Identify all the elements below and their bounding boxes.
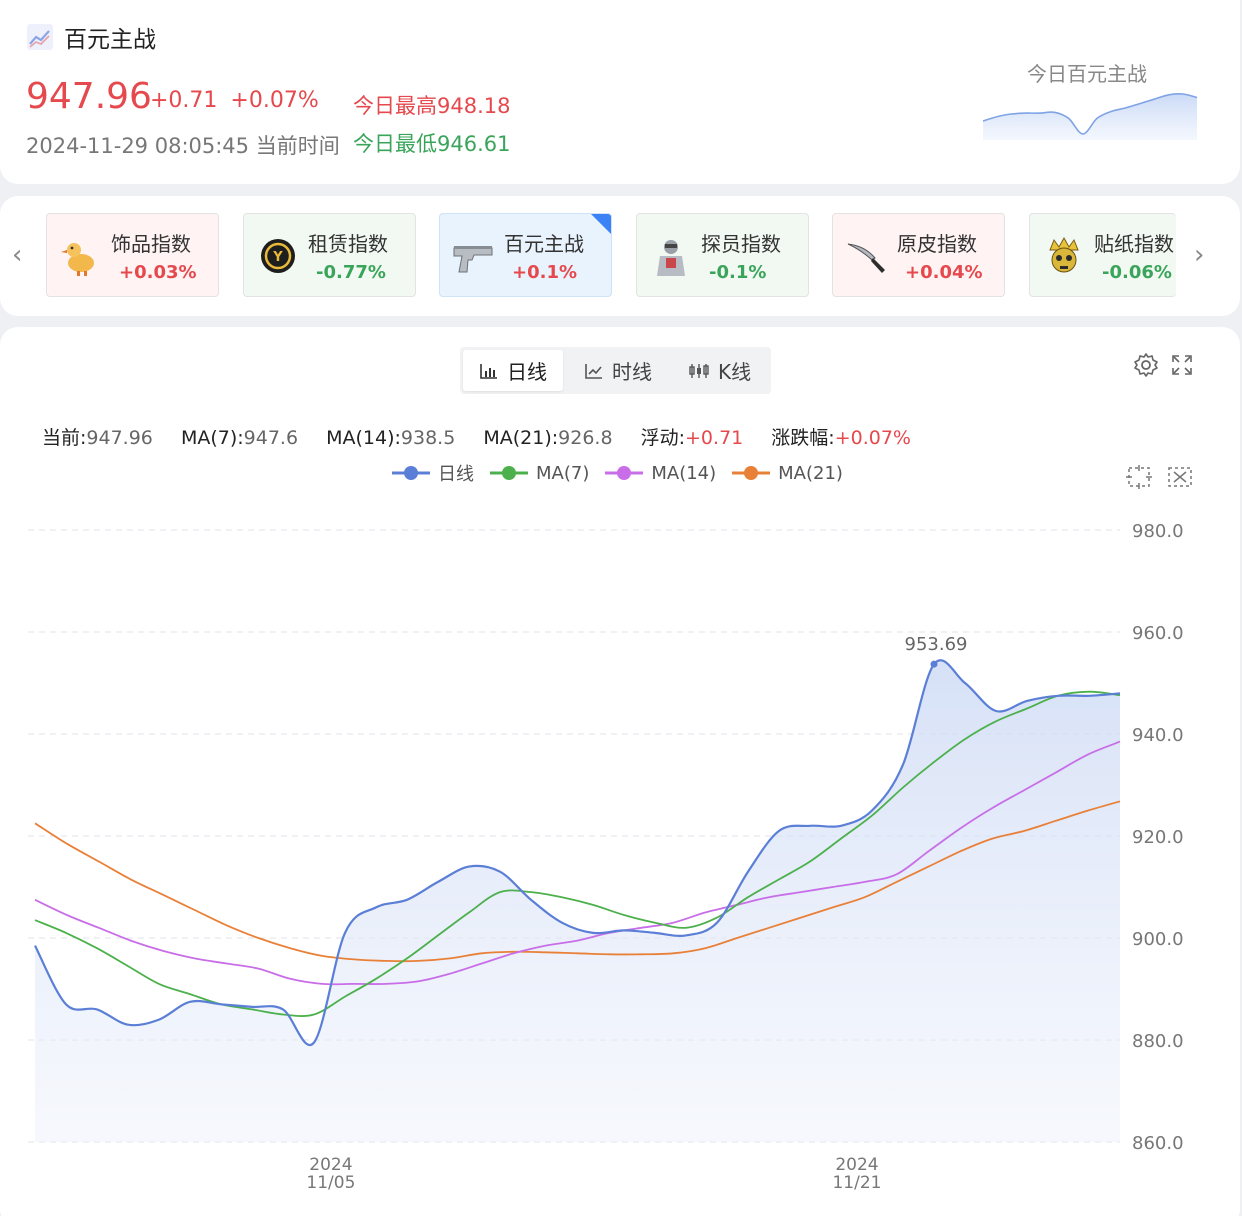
ma21-label: MA(21): bbox=[483, 427, 559, 449]
pistol-icon bbox=[452, 236, 496, 276]
page-title: 百元主战 bbox=[64, 27, 156, 53]
ma14-label: MA(14): bbox=[326, 427, 401, 449]
daily-line-tab[interactable]: 日线 bbox=[463, 350, 563, 391]
legend-label: MA(7) bbox=[536, 462, 590, 484]
legend-swatch bbox=[605, 466, 644, 480]
index-tile-name: 贴纸指数 bbox=[1094, 232, 1174, 256]
pct-label: 涨跌幅: bbox=[771, 427, 835, 449]
current-label: 当前: bbox=[42, 427, 87, 449]
index-tile[interactable]: 贴纸指数 -0.06% bbox=[1029, 213, 1176, 297]
intraday-line-tab[interactable]: 时线 bbox=[568, 350, 668, 391]
coin-icon: Y bbox=[256, 236, 300, 276]
daily-line-label: 日线 bbox=[507, 360, 547, 384]
price-change: +0.71 +0.07% bbox=[150, 88, 319, 113]
y-tick-label: 980.0 bbox=[1132, 521, 1184, 542]
active-corner-marker bbox=[591, 214, 611, 234]
svg-text:Y: Y bbox=[272, 250, 283, 265]
legend-label: 日线 bbox=[438, 464, 474, 485]
bar-chart-icon bbox=[480, 363, 497, 379]
x-tick-label: 11/05 bbox=[306, 1173, 355, 1193]
index-tile[interactable]: 原皮指数 +0.04% bbox=[832, 213, 1005, 297]
mini-area bbox=[983, 93, 1197, 140]
float-label: 浮动: bbox=[640, 427, 686, 449]
legend-item[interactable]: MA(14) bbox=[605, 460, 716, 486]
intraday-line-label: 时线 bbox=[612, 360, 652, 384]
index-tile-name: 探员指数 bbox=[701, 232, 781, 256]
index-tile-change: -0.06% bbox=[1102, 262, 1172, 283]
index-tile-change: +0.04% bbox=[905, 262, 983, 283]
candlestick-icon bbox=[689, 363, 709, 378]
scroll-left-arrow-icon[interactable]: ‹ bbox=[12, 240, 22, 270]
settings-gear-icon[interactable] bbox=[1133, 352, 1159, 378]
ma14-value: 938.5 bbox=[400, 427, 456, 449]
legend-label: MA(21) bbox=[778, 462, 843, 484]
index-tile-name: 百元主战 bbox=[504, 232, 584, 256]
legend-item[interactable]: MA(21) bbox=[732, 460, 843, 486]
today-low: 今日最低946.61 bbox=[353, 132, 511, 156]
index-tile-change: -0.77% bbox=[316, 262, 386, 283]
chart-stats-row: 当前:947.96 MA(7):947.6 MA(14):938.5 MA(21… bbox=[42, 423, 911, 450]
float-value: +0.71 bbox=[685, 427, 744, 449]
kline-label: K线 bbox=[718, 360, 752, 384]
chart-mode-switch: 日线 时线 K线 bbox=[460, 347, 771, 394]
trend-chart-icon bbox=[27, 24, 53, 50]
index-tile-change: -0.1% bbox=[709, 262, 767, 283]
legend-swatch bbox=[392, 466, 430, 480]
duck-icon bbox=[59, 236, 103, 276]
x-tick-label: 2024 bbox=[309, 1155, 352, 1175]
zoom-area-icon[interactable] bbox=[1126, 465, 1152, 489]
y-tick-label: 860.0 bbox=[1132, 1133, 1184, 1154]
crown-skull-icon bbox=[1042, 236, 1086, 276]
max-point-label: 953.69 bbox=[905, 634, 968, 655]
index-tile[interactable]: Y 租赁指数 -0.77% bbox=[243, 213, 416, 297]
index-tile-name: 租赁指数 bbox=[308, 232, 388, 256]
legend-item[interactable]: 日线 bbox=[392, 460, 474, 486]
chart-legend: 日线 MA(7) MA(14) MA(21) bbox=[392, 460, 843, 486]
index-tile[interactable]: 饰品指数 +0.03% bbox=[46, 213, 219, 297]
y-tick-label: 900.0 bbox=[1132, 929, 1184, 950]
today-high: 今日最高948.18 bbox=[353, 94, 511, 118]
knife-icon bbox=[845, 236, 889, 276]
legend-label: MA(14) bbox=[651, 462, 717, 484]
current-price: 947.96 bbox=[26, 76, 152, 117]
scroll-right-arrow-icon[interactable]: › bbox=[1194, 240, 1204, 270]
current-value: 947.96 bbox=[86, 427, 153, 449]
ma21-value: 926.8 bbox=[558, 427, 613, 449]
kline-tab[interactable]: K线 bbox=[672, 350, 767, 391]
ma7-value: 947.6 bbox=[243, 427, 299, 449]
y-tick-label: 920.0 bbox=[1132, 827, 1184, 848]
x-tick-label: 2024 bbox=[835, 1155, 878, 1175]
main-line-chart[interactable]: 860.0 880.0 900.0 920.0 940.0 960.0 980.0 953.6… bbox=[0, 500, 1242, 1200]
index-tile[interactable]: 探员指数 -0.1% bbox=[636, 213, 809, 297]
timestamp: 2024-11-29 08:05:45 当前时间 bbox=[26, 134, 340, 158]
index-tile-change: +0.1% bbox=[512, 262, 578, 283]
zoom-reset-icon[interactable] bbox=[1167, 465, 1193, 489]
y-tick-label: 960.0 bbox=[1132, 623, 1184, 644]
mini-sparkline[interactable] bbox=[983, 88, 1199, 140]
index-tile-name: 饰品指数 bbox=[111, 232, 191, 256]
x-tick-label: 11/21 bbox=[832, 1173, 881, 1193]
fullscreen-icon[interactable] bbox=[1171, 354, 1193, 376]
legend-item[interactable]: MA(7) bbox=[490, 460, 589, 486]
y-tick-label: 880.0 bbox=[1132, 1031, 1184, 1052]
index-tile[interactable]: 百元主战 +0.1% bbox=[439, 213, 612, 297]
agent-icon bbox=[649, 236, 693, 276]
index-tile-name: 原皮指数 bbox=[897, 232, 977, 256]
title-row: 百元主战 bbox=[26, 20, 156, 54]
mini-chart-label: 今日百元主战 bbox=[1027, 62, 1147, 86]
header-card: 百元主战 947.96 +0.71 +0.07% 2024-11-29 08:0… bbox=[0, 0, 1240, 184]
legend-swatch bbox=[490, 466, 528, 480]
pct-value: +0.07% bbox=[834, 427, 911, 449]
max-point-marker bbox=[930, 660, 938, 668]
y-tick-label: 940.0 bbox=[1132, 725, 1184, 746]
legend-swatch bbox=[732, 466, 771, 480]
ma7-label: MA(7): bbox=[180, 427, 244, 449]
index-tile-change: +0.03% bbox=[119, 262, 197, 283]
line-chart-icon bbox=[585, 363, 602, 379]
